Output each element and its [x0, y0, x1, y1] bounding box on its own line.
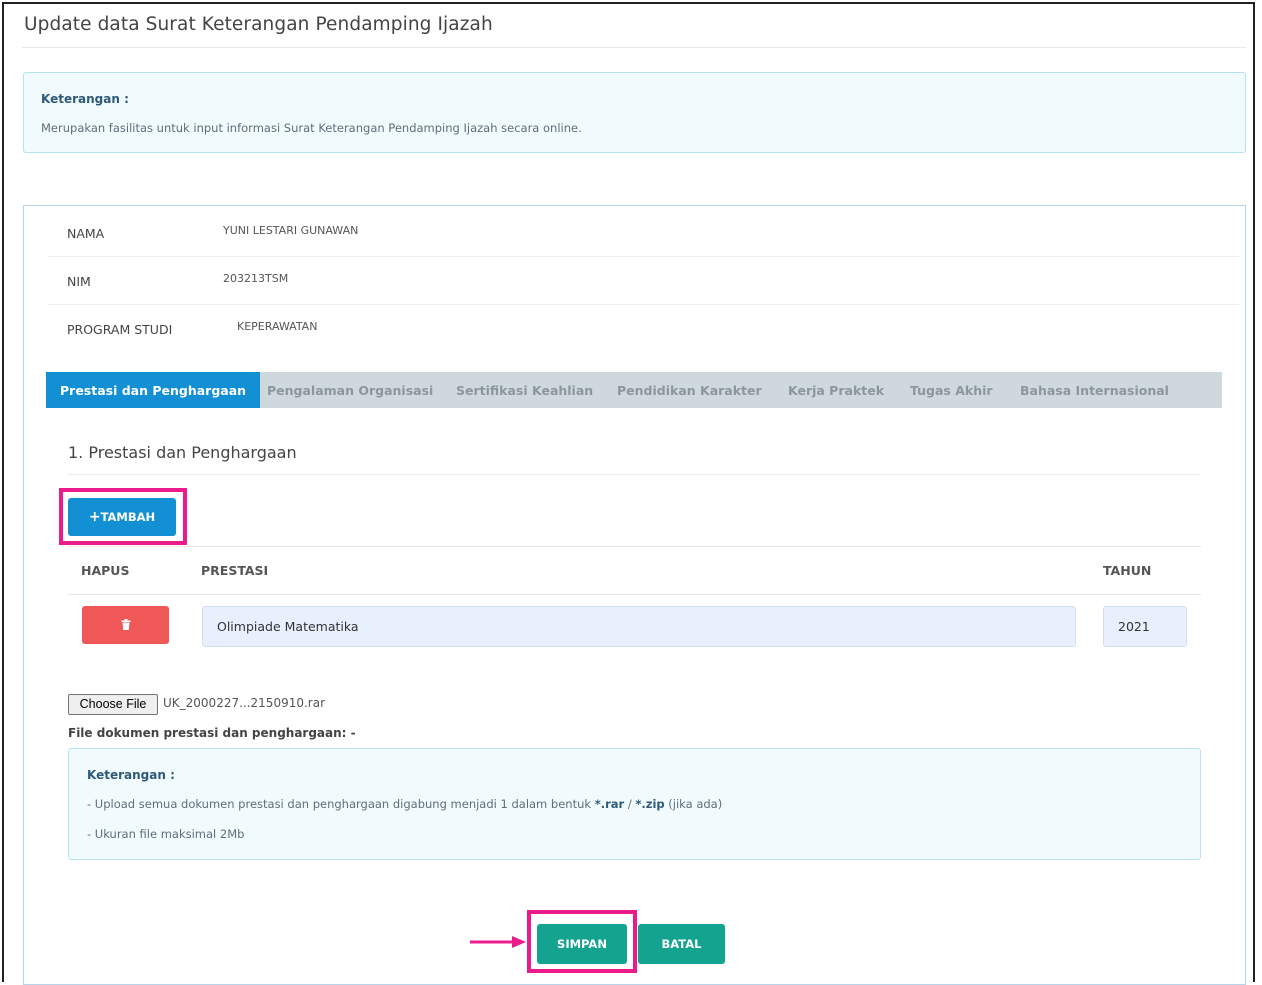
choose-file-button[interactable]: Choose File	[68, 694, 158, 715]
student-label: PROGRAM STUDI	[67, 322, 173, 337]
student-row-nim: NIM 203213TSM	[48, 256, 1239, 305]
selected-file-name: UK_2000227...2150910.rar	[163, 696, 326, 710]
prestasi-input[interactable]	[202, 606, 1076, 647]
arrow-right-icon	[470, 936, 526, 948]
add-button-label: TAMBAH	[100, 510, 156, 524]
info-box-bottom: Keterangan : - Upload semua dokumen pres…	[68, 748, 1201, 860]
section-title: 1. Prestasi dan Penghargaan	[68, 443, 297, 462]
info-box-top: Keterangan : Merupakan fasilitas untuk i…	[23, 72, 1246, 153]
plus-icon: +	[88, 509, 101, 525]
column-header-prestasi: PRESTASI	[201, 563, 269, 578]
column-header-tahun: TAHUN	[1103, 563, 1152, 578]
tab-organisasi[interactable]: Pengalaman Organisasi	[267, 372, 433, 408]
delete-row-button[interactable]	[82, 606, 169, 644]
ext-rar: *.rar	[594, 797, 625, 811]
tab-bar: Prestasi dan Penghargaan Pengalaman Orga…	[46, 372, 1222, 408]
student-label: NAMA	[67, 226, 105, 241]
info-text: (jika ada)	[664, 797, 723, 811]
page-title: Update data Surat Keterangan Pendamping …	[24, 14, 493, 35]
tab-bahasa[interactable]: Bahasa Internasional	[1020, 372, 1169, 408]
tab-prestasi[interactable]: Prestasi dan Penghargaan	[46, 372, 261, 408]
student-row-nama: NAMA YUNI LESTARI GUNAWAN	[48, 208, 1239, 257]
info-box-line-1: - Upload semua dokumen prestasi dan peng…	[87, 797, 722, 811]
info-separator: /	[624, 797, 636, 811]
file-document-label: File dokumen prestasi dan penghargaan: -	[68, 726, 356, 740]
tab-karakter[interactable]: Pendidikan Karakter	[617, 372, 762, 408]
info-box-text: Merupakan fasilitas untuk input informas…	[41, 121, 582, 135]
table-top-border	[68, 546, 1201, 547]
title-divider	[22, 47, 1246, 48]
student-value: 203213TSM	[223, 272, 289, 285]
table-header-border	[68, 594, 1201, 595]
cancel-button[interactable]: BATAL	[638, 924, 725, 964]
tab-kerja-praktek[interactable]: Kerja Praktek	[788, 372, 884, 408]
save-button[interactable]: SIMPAN	[537, 924, 627, 964]
info-box-title: Keterangan :	[41, 92, 129, 106]
main-panel: NAMA YUNI LESTARI GUNAWAN NIM 203213TSM …	[23, 205, 1246, 985]
info-box-title: Keterangan :	[87, 768, 175, 782]
info-text: - Upload semua dokumen prestasi dan peng…	[87, 797, 595, 811]
section-divider	[68, 474, 1201, 475]
trash-icon	[121, 619, 130, 630]
student-value: KEPERAWATAN	[237, 320, 318, 333]
add-button[interactable]: +TAMBAH	[68, 498, 176, 536]
tab-sertifikasi[interactable]: Sertifikasi Keahlian	[456, 372, 593, 408]
student-label: NIM	[67, 274, 91, 289]
tab-tugas-akhir[interactable]: Tugas Akhir	[910, 372, 993, 408]
info-box-line-2: - Ukuran file maksimal 2Mb	[87, 827, 245, 841]
ext-zip: *.zip	[635, 797, 665, 811]
tahun-input[interactable]	[1103, 606, 1187, 647]
student-row-prodi: PROGRAM STUDI KEPERAWATAN	[48, 304, 1239, 352]
student-value: YUNI LESTARI GUNAWAN	[223, 224, 359, 237]
column-header-hapus: HAPUS	[81, 563, 130, 578]
